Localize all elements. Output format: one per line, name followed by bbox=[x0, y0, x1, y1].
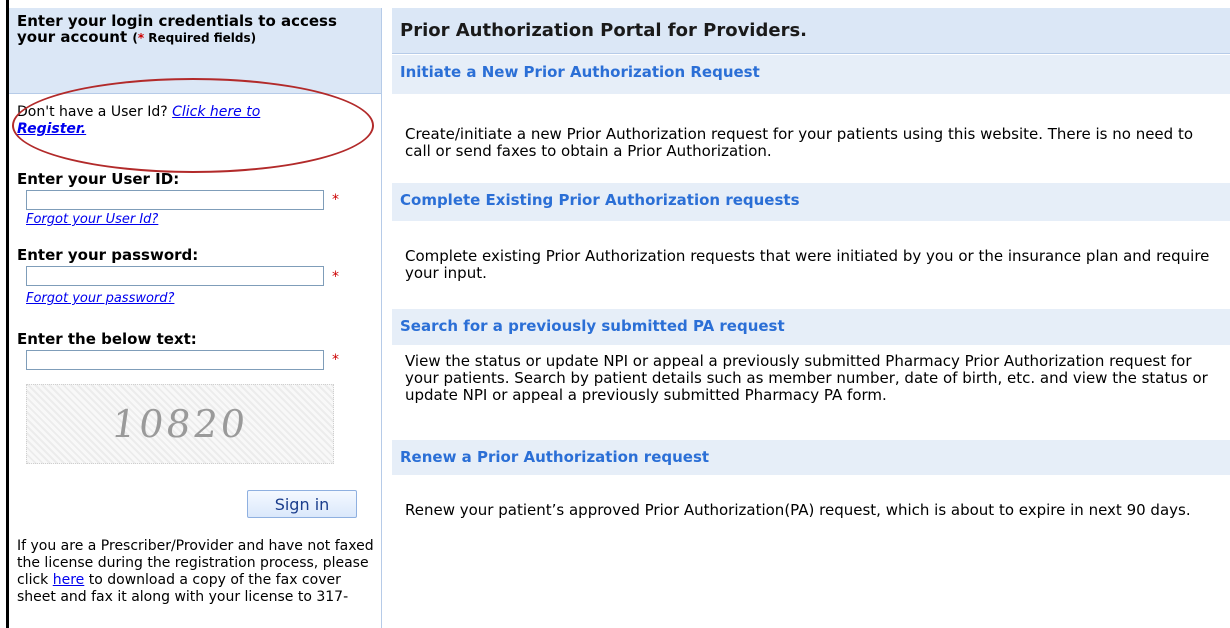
captcha-text: 10820 bbox=[108, 402, 252, 446]
section-text-search: View the status or update NPI or appeal … bbox=[405, 352, 1208, 404]
user-id-required-star: * bbox=[332, 192, 339, 208]
password-required-star: * bbox=[332, 269, 339, 285]
forgot-user-id-link[interactable]: Forgot your User Id? bbox=[26, 212, 158, 227]
fax-cover-sheet-link[interactable]: here bbox=[53, 572, 85, 588]
section-heading-search[interactable]: Search for a previously submitted PA req… bbox=[392, 309, 1230, 345]
portal-title: Prior Authorization Portal for Providers… bbox=[392, 8, 1230, 54]
user-id-label: Enter your User ID: bbox=[17, 170, 180, 188]
fax-license-note: If you are a Prescriber/Provider and hav… bbox=[17, 538, 377, 606]
captcha-input[interactable] bbox=[26, 350, 324, 370]
password-label: Enter your password: bbox=[17, 246, 199, 264]
forgot-password-link[interactable]: Forgot your password? bbox=[26, 291, 174, 306]
required-text: Required fields) bbox=[144, 31, 257, 45]
portal-panel: Prior Authorization Portal for Providers… bbox=[392, 8, 1230, 628]
required-fields-note: (* Required fields) bbox=[132, 31, 256, 45]
password-input[interactable] bbox=[26, 266, 324, 286]
login-panel: Enter your login credentials to access y… bbox=[9, 8, 382, 628]
section-heading-initiate[interactable]: Initiate a New Prior Authorization Reque… bbox=[392, 55, 1230, 94]
captcha-image: 10820 bbox=[26, 384, 334, 464]
sign-in-button[interactable]: Sign in bbox=[247, 490, 357, 518]
user-id-input[interactable] bbox=[26, 190, 324, 210]
section-heading-renew[interactable]: Renew a Prior Authorization request bbox=[392, 440, 1230, 475]
annotation-oval bbox=[12, 78, 374, 173]
section-heading-complete[interactable]: Complete Existing Prior Authorization re… bbox=[392, 183, 1230, 221]
captcha-label: Enter the below text: bbox=[17, 330, 197, 348]
section-text-complete: Complete existing Prior Authorization re… bbox=[405, 247, 1210, 282]
captcha-required-star: * bbox=[332, 352, 339, 368]
section-text-renew: Renew your patient’s approved Prior Auth… bbox=[405, 501, 1191, 519]
section-text-initiate: Create/initiate a new Prior Authorizatio… bbox=[405, 125, 1194, 160]
